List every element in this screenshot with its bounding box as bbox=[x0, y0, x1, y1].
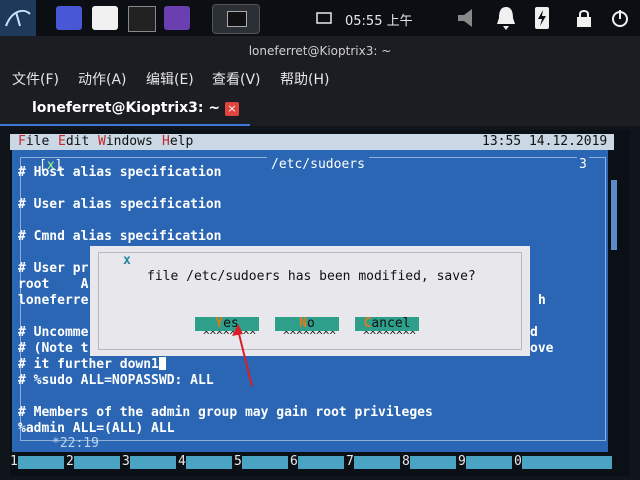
function-key-bar: 1 2 3 4 5 6 7 8 9 0 bbox=[10, 454, 614, 470]
editor-line: # User alias specification bbox=[18, 197, 222, 212]
network-icon[interactable] bbox=[316, 10, 332, 26]
editor-line-with-cursor: # it further down1 bbox=[18, 357, 166, 372]
battery-charging-icon[interactable] bbox=[532, 4, 552, 32]
screenshot-app-icon[interactable] bbox=[164, 6, 190, 30]
active-window-button[interactable] bbox=[212, 4, 260, 34]
fkey-8[interactable]: 8 bbox=[402, 454, 458, 470]
terminal-launcher-icon[interactable] bbox=[128, 6, 156, 32]
editor-scrollbar[interactable] bbox=[611, 180, 617, 250]
dialog-close-control[interactable]: x bbox=[123, 253, 131, 268]
terminal-window-icon bbox=[227, 11, 247, 27]
clock[interactable]: 05:55 上午 bbox=[345, 10, 413, 29]
editor-window-number: 3 bbox=[577, 157, 589, 172]
editor-line: %admin ALL=(ALL) ALL bbox=[18, 421, 175, 436]
editor-line: root A bbox=[18, 277, 89, 292]
window-title: loneferret@Kioptrix3: ~ bbox=[0, 36, 640, 66]
mc-datetime: 13:55 14.12.2019 bbox=[482, 134, 608, 149]
editor-line: # User pr bbox=[18, 261, 89, 276]
menu-file[interactable]: 文件(F) bbox=[12, 69, 59, 89]
fkey-4[interactable]: 4 bbox=[178, 454, 234, 470]
menu-edit[interactable]: 编辑(E) bbox=[146, 69, 194, 89]
tab-bar: loneferret@Kioptrix3: ~ × bbox=[0, 92, 640, 126]
editor-line: # Uncomme bbox=[18, 325, 89, 340]
editor-line: # Members of the admin group may gain ro… bbox=[18, 405, 433, 420]
editor-line: loneferre bbox=[18, 293, 89, 308]
mc-menu-file[interactable]: File bbox=[18, 134, 49, 150]
cursor-position: *22:19 bbox=[52, 436, 99, 451]
editor-line: # %sudo ALL=NOPASSWD: ALL bbox=[18, 373, 214, 388]
tab-label: loneferret@Kioptrix3: ~ bbox=[32, 100, 221, 116]
tab-terminal[interactable]: loneferret@Kioptrix3: ~ × bbox=[0, 92, 250, 126]
cancel-button-shadow: ^^^^^^^^ bbox=[363, 329, 416, 342]
power-icon[interactable] bbox=[610, 8, 630, 28]
mc-menu-help[interactable]: Help bbox=[162, 134, 193, 150]
tab-close-icon[interactable]: × bbox=[225, 102, 239, 116]
kali-dragon-icon bbox=[5, 9, 31, 27]
editor-line-fragment: ove bbox=[530, 341, 554, 356]
fkey-10[interactable]: 0 bbox=[514, 454, 614, 470]
menu-action[interactable]: 动作(A) bbox=[78, 69, 127, 89]
editor-line-fragment: h bbox=[538, 293, 546, 308]
mc-menu-edit[interactable]: Edit bbox=[58, 134, 89, 150]
editor-line: # Cmnd alias specification bbox=[18, 229, 222, 244]
fkey-1[interactable]: 1 bbox=[10, 454, 66, 470]
save-dialog: x file /etc/sudoers has been modified, s… bbox=[90, 246, 530, 356]
volume-icon[interactable] bbox=[454, 6, 484, 30]
fkey-6[interactable]: 6 bbox=[290, 454, 346, 470]
no-button-shadow: ^^^^^^^^ bbox=[283, 329, 336, 342]
dialog-frame: x file /etc/sudoers has been modified, s… bbox=[98, 252, 522, 350]
editor-line: # Host alias specification bbox=[18, 165, 222, 180]
annotation-arrow bbox=[232, 324, 253, 387]
menu-view[interactable]: 查看(V) bbox=[212, 69, 261, 89]
mc-menu-file-rest: ile bbox=[25, 134, 50, 149]
mc-menu-bar: File Edit Windows Help 13:55 14.12.2019 bbox=[10, 134, 614, 150]
fkey-2[interactable]: 2 bbox=[66, 454, 122, 470]
top-panel: 05:55 上午 bbox=[0, 0, 640, 36]
fkey-3[interactable]: 3 bbox=[122, 454, 178, 470]
menu-bar: 文件(F) 动作(A) 编辑(E) 查看(V) 帮助(H) bbox=[0, 66, 640, 92]
dialog-message: file /etc/sudoers has been modified, sav… bbox=[147, 269, 476, 284]
lock-screen-icon[interactable] bbox=[574, 8, 594, 28]
workspace-icon[interactable] bbox=[56, 6, 82, 30]
text-cursor bbox=[158, 357, 166, 370]
kali-menu-button[interactable] bbox=[0, 0, 36, 36]
file-manager-icon[interactable] bbox=[92, 6, 118, 30]
fkey-9[interactable]: 9 bbox=[458, 454, 514, 470]
menu-help[interactable]: 帮助(H) bbox=[280, 69, 329, 89]
mc-menu-windows[interactable]: Windows bbox=[98, 134, 153, 150]
editor-filename: /etc/sudoers bbox=[267, 157, 369, 172]
fkey-7[interactable]: 7 bbox=[346, 454, 402, 470]
notification-bell-icon[interactable] bbox=[494, 4, 518, 32]
editor-line: # (Note t bbox=[18, 341, 89, 356]
fkey-5[interactable]: 5 bbox=[234, 454, 290, 470]
editor-line-fragment: d bbox=[530, 325, 538, 340]
